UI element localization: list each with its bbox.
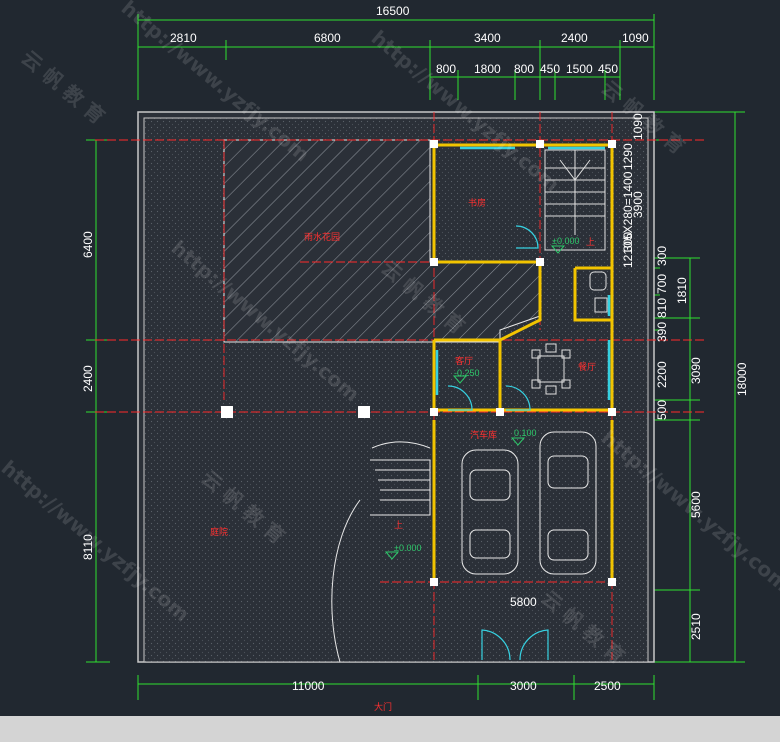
dim-left-2: 2400: [81, 365, 95, 392]
dim-right-8: 700: [655, 274, 669, 294]
dim-bottom-2: 3000: [510, 679, 537, 693]
dim-top-5: 1090: [622, 31, 649, 45]
floor-plan-canvas: 16500 2810 6800 3400 2400 1090 800 1800 …: [0, 0, 780, 713]
dim-bottom-3: 2500: [594, 679, 621, 693]
up-yard-mark: 上: [394, 520, 403, 531]
room-dining: 餐厅: [578, 361, 596, 373]
level-living: -0.250: [454, 368, 480, 378]
room-garage: 汽车库: [470, 429, 497, 441]
room-rain-garden: 雨水花园: [304, 231, 340, 243]
dim-right-4: 5X280=1400: [621, 171, 635, 240]
room-yard: 庭院: [210, 526, 228, 538]
dim-top-4: 2400: [561, 31, 588, 45]
dim-top-total: 16500: [376, 4, 410, 18]
dim-top-2: 6800: [314, 31, 341, 45]
watermark-brand-1: 云 帆 教 育: [17, 45, 110, 128]
room-gate: 大门: [374, 701, 392, 713]
dim-right-6: 300: [655, 246, 669, 266]
dim-bottom-1: 11000: [292, 679, 325, 693]
dim-right-13: 3090: [689, 357, 703, 384]
dim-right-9: 300: [621, 232, 635, 252]
dim-right-14: 500: [655, 400, 669, 420]
up-stair-mark: 上: [586, 237, 595, 248]
dim-right-12: 2200: [655, 361, 669, 388]
dim-right-10: 390: [655, 322, 669, 342]
dim-right-total: 18000: [735, 362, 749, 396]
dim-sub-5: 1500: [566, 62, 593, 76]
level-stair: ±0.000: [552, 236, 579, 246]
dim-right-5: 1290: [621, 143, 635, 170]
level-garage: 0.100: [514, 428, 537, 438]
dim-sub-2: 1800: [474, 62, 501, 76]
dim-sub-6: 450: [598, 62, 618, 76]
room-study: 书房: [468, 197, 486, 209]
dim-sub-3: 800: [514, 62, 534, 76]
dim-right-16: 2510: [689, 613, 703, 640]
level-yard: ±0.000: [394, 543, 421, 553]
dim-right-11: 1810: [675, 277, 689, 304]
bottom-bar: [0, 716, 780, 742]
dim-left-1: 6400: [81, 231, 95, 258]
dim-sub-4: 450: [540, 62, 560, 76]
dim-right-7: 810: [655, 298, 669, 318]
dim-top-3: 3400: [474, 31, 501, 45]
dim-garage-width: 5800: [510, 595, 537, 609]
room-living: 客厅: [455, 355, 473, 367]
